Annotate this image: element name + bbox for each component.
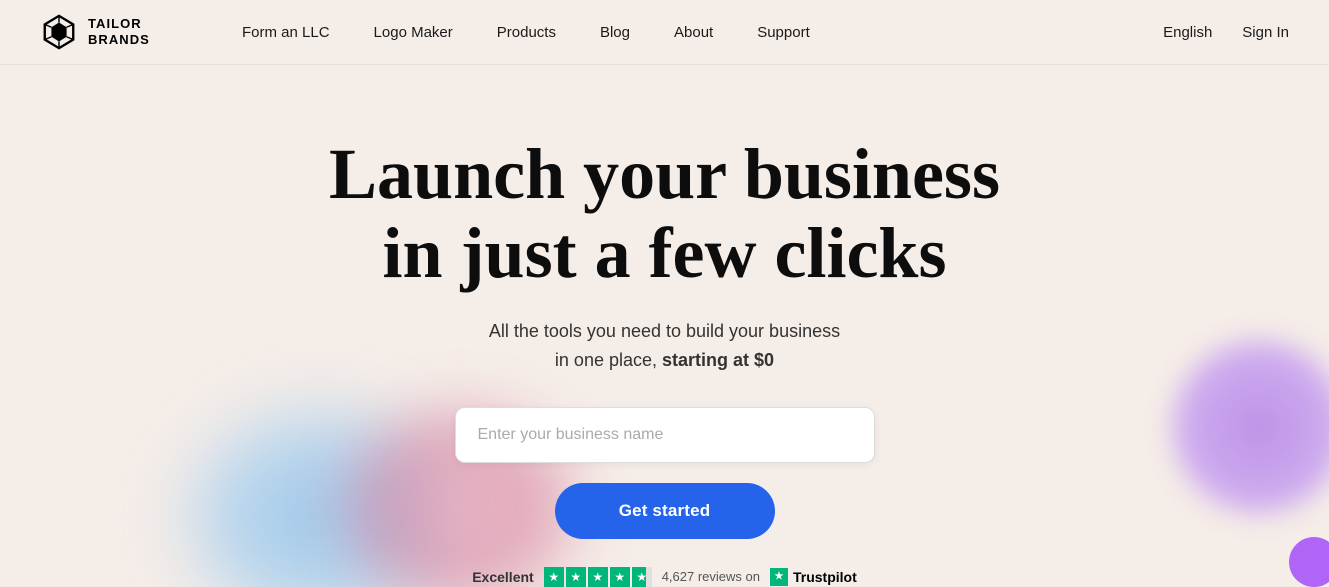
logo-text-2: BRANDS [88,32,150,47]
nav-links: Form an LLC Logo Maker Products Blog Abo… [220,0,1163,65]
nav-about[interactable]: About [652,0,735,65]
business-name-input[interactable] [455,407,875,463]
nav-form-llc[interactable]: Form an LLC [220,0,352,65]
nav-blog[interactable]: Blog [578,0,652,65]
star-2: ★ [566,567,586,587]
hero-subtitle: All the tools you need to build your bus… [489,317,840,375]
nav-logo-maker[interactable]: Logo Maker [352,0,475,65]
star-3: ★ [588,567,608,587]
logo-icon [40,13,78,51]
nav-products[interactable]: Products [475,0,578,65]
hero-subtitle-bold: starting at $0 [662,350,774,370]
trustpilot-reviews: 4,627 reviews on [662,569,760,584]
nav-support[interactable]: Support [735,0,832,65]
hero-section: Launch your business in just a few click… [0,65,1329,587]
get-started-button[interactable]: Get started [555,483,775,539]
trustpilot-stars: ★ ★ ★ ★ ★ [544,567,652,587]
logo[interactable]: TAILOR BRANDS [40,13,200,51]
star-4: ★ [610,567,630,587]
hero-title-line1: Launch your business [329,134,1000,214]
star-1: ★ [544,567,564,587]
hero-title: Launch your business in just a few click… [329,135,1000,293]
language-selector[interactable]: English [1163,24,1212,41]
hero-subtitle-text2: in one place, [555,350,657,370]
hero-title-line2: in just a few clicks [383,213,947,293]
trustpilot-brand-name: Trustpilot [793,569,857,585]
star-5: ★ [632,567,652,587]
trustpilot-logo: ★ Trustpilot [770,568,857,586]
trustpilot-tp-icon: ★ [770,568,788,586]
hero-subtitle-text: All the tools you need to build your bus… [489,321,840,341]
business-name-wrapper [455,407,875,463]
sign-in-link[interactable]: Sign In [1242,24,1289,41]
trustpilot-excellent: Excellent [472,569,533,585]
logo-text: TAILOR [88,16,142,31]
navbar: TAILOR BRANDS Form an LLC Logo Maker Pro… [0,0,1329,65]
trustpilot-row: Excellent ★ ★ ★ ★ ★ 4,627 reviews on ★ T… [472,567,857,587]
nav-right: English Sign In [1163,24,1289,41]
